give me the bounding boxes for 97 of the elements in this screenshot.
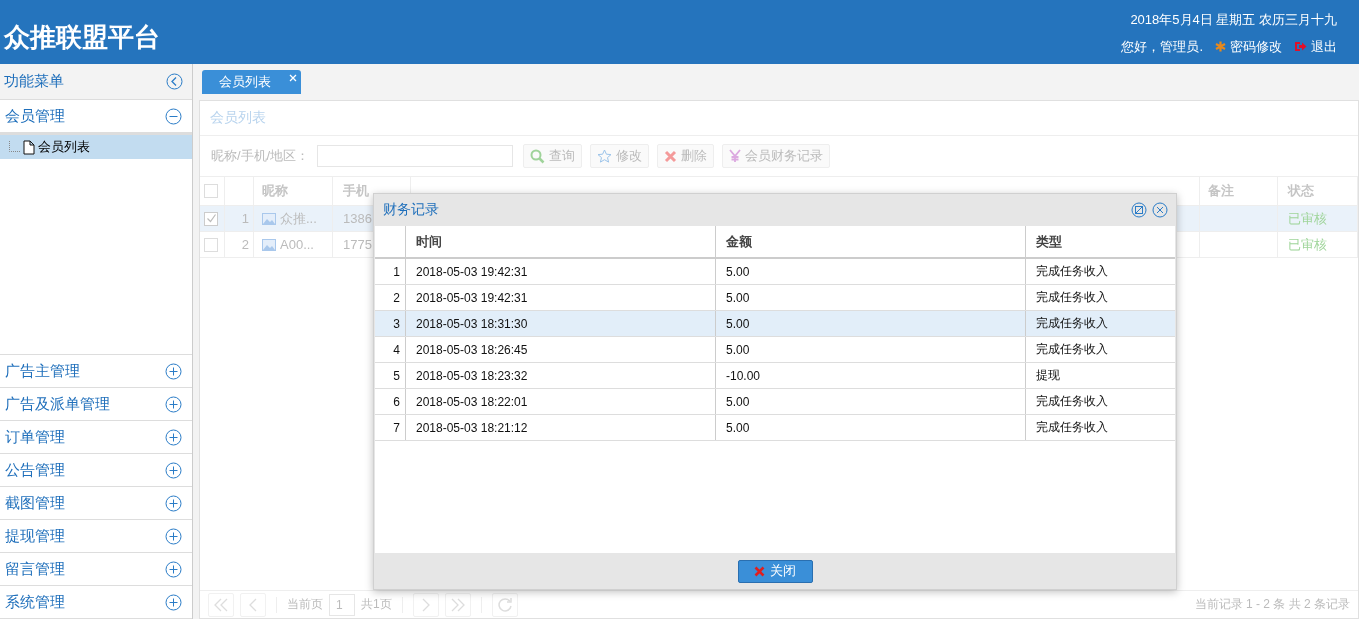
sidebar-title: 功能菜单 xyxy=(4,72,64,91)
plus-icon xyxy=(165,362,182,380)
plus-icon xyxy=(165,593,182,611)
first-page-button[interactable] xyxy=(208,592,234,617)
row-number: 6 xyxy=(375,389,406,414)
row-checkbox[interactable] xyxy=(204,237,218,252)
yen-icon xyxy=(729,149,742,163)
column-header: 备注 xyxy=(1200,177,1278,205)
amount-cell: 5.00 xyxy=(716,285,1026,310)
row-number: 1 xyxy=(375,259,406,284)
table-row[interactable]: 7 2018-05-03 18:21:12 5.00 完成任务收入 xyxy=(375,415,1175,441)
greeting-text: 您好，管理员. xyxy=(1121,37,1203,56)
close-button[interactable]: 关闭 xyxy=(737,559,813,583)
image-icon xyxy=(262,212,276,225)
search-field[interactable] xyxy=(317,145,514,167)
status-cell: 已审核 xyxy=(1278,232,1358,257)
row-number: 2 xyxy=(375,285,406,310)
table-row[interactable]: 4 2018-05-03 18:26:45 5.00 完成任务收入 xyxy=(375,337,1175,363)
type-cell-text: 完成任务收入 xyxy=(1035,393,1109,410)
double-chevron-right-icon xyxy=(449,597,466,612)
date-text: 2018年5月4日 星期五 农历三月十九 xyxy=(1130,10,1337,29)
type-cell-text: 完成任务收入 xyxy=(1035,289,1109,306)
last-page-button[interactable] xyxy=(444,592,471,617)
table-row[interactable]: 5 2018-05-03 18:23:32 -10.00 提现 xyxy=(375,363,1175,389)
plus-icon xyxy=(165,461,182,479)
time-cell: 2018-05-03 18:22:01 xyxy=(406,389,716,414)
tree-line-icon xyxy=(8,141,20,153)
total-pages-text: 共1页 xyxy=(361,596,392,613)
type-cell-text: 完成任务收入 xyxy=(1035,263,1109,280)
cross-icon xyxy=(664,149,678,163)
column-header: 金额 xyxy=(716,226,1026,257)
amount-cell: 5.00 xyxy=(716,337,1026,362)
plus-icon xyxy=(165,395,182,413)
row-number: 3 xyxy=(375,311,406,336)
status-cell: 已审核 xyxy=(1278,206,1358,231)
nickname-text: A00... xyxy=(280,237,314,252)
plus-icon xyxy=(165,560,182,578)
minus-icon xyxy=(165,107,182,125)
table-row[interactable]: 6 2018-05-03 18:22:01 5.00 完成任务收入 xyxy=(375,389,1175,415)
plus-icon xyxy=(165,527,182,545)
type-cell-text: 完成任务收入 xyxy=(1035,341,1109,358)
maximize-icon[interactable] xyxy=(1131,202,1147,218)
refresh-button[interactable] xyxy=(491,592,518,617)
row-number: 7 xyxy=(375,415,406,440)
row-number: 2 xyxy=(225,232,254,257)
plus-icon xyxy=(165,428,182,446)
image-icon xyxy=(262,238,276,251)
row-number: 5 xyxy=(375,363,406,388)
previous-page-button[interactable] xyxy=(240,592,266,617)
type-cell-text: 完成任务收入 xyxy=(1035,315,1109,332)
row-number: 4 xyxy=(375,337,406,362)
cross-icon xyxy=(754,565,765,577)
tab[interactable]: 会员列表 xyxy=(202,70,301,94)
type-cell-text: 提现 xyxy=(1035,367,1061,384)
app-title: 众推联盟平台 xyxy=(4,20,160,54)
exit-icon xyxy=(1294,41,1307,52)
time-cell: 2018-05-03 18:21:12 xyxy=(406,415,716,440)
time-cell: 2018-05-03 18:31:30 xyxy=(406,311,716,336)
row-number: 1 xyxy=(225,206,254,231)
panel-title: 会员列表 xyxy=(200,101,1358,136)
time-cell: 2018-05-03 18:26:45 xyxy=(406,337,716,362)
amount-cell: 5.00 xyxy=(716,311,1026,336)
amount-cell: 5.00 xyxy=(716,415,1026,440)
plus-icon xyxy=(165,494,182,512)
time-cell: 2018-05-03 19:42:31 xyxy=(406,285,716,310)
record-summary: 当前记录 1 - 2 条 共 2 条记录 xyxy=(1194,596,1350,613)
table-row[interactable]: 1 2018-05-03 19:42:31 5.00 完成任务收入 xyxy=(375,259,1175,285)
asterisk-icon xyxy=(1215,41,1226,52)
select-all-checkbox[interactable] xyxy=(204,184,218,198)
type-cell-text: 完成任务收入 xyxy=(1035,419,1109,436)
column-header: 昵称 xyxy=(254,177,333,205)
search-icon xyxy=(530,148,546,164)
row-checkbox[interactable] xyxy=(204,211,218,226)
column-header: 时间 xyxy=(406,226,716,257)
collapse-icon[interactable] xyxy=(166,73,183,90)
document-icon xyxy=(23,139,35,155)
next-page-button[interactable] xyxy=(412,592,439,617)
close-icon[interactable] xyxy=(1152,202,1168,218)
password-link[interactable]: 密码修改 xyxy=(1215,37,1282,56)
amount-cell: 5.00 xyxy=(716,389,1026,414)
page-label: 当前页 xyxy=(287,596,323,613)
double-chevron-left-icon xyxy=(213,597,229,612)
time-cell: 2018-05-03 19:42:31 xyxy=(406,259,716,284)
time-cell: 2018-05-03 18:23:32 xyxy=(406,363,716,388)
search-label: 昵称/手机/地区： xyxy=(211,147,310,165)
nickname-text: 众推... xyxy=(280,209,317,228)
star-icon xyxy=(597,148,613,164)
column-header: 类型 xyxy=(1035,232,1063,251)
column-header: 状态 xyxy=(1278,177,1358,205)
table-row[interactable]: 3 2018-05-03 18:31:30 5.00 完成任务收入 xyxy=(375,311,1175,337)
amount-cell: 5.00 xyxy=(716,259,1026,284)
chevron-left-icon xyxy=(248,597,258,612)
tree-item[interactable]: 会员列表 xyxy=(0,135,192,159)
chevron-right-icon xyxy=(420,597,431,612)
logout-link[interactable]: 退出 xyxy=(1294,37,1337,56)
refresh-icon xyxy=(496,596,513,613)
amount-cell: -10.00 xyxy=(716,363,1026,388)
